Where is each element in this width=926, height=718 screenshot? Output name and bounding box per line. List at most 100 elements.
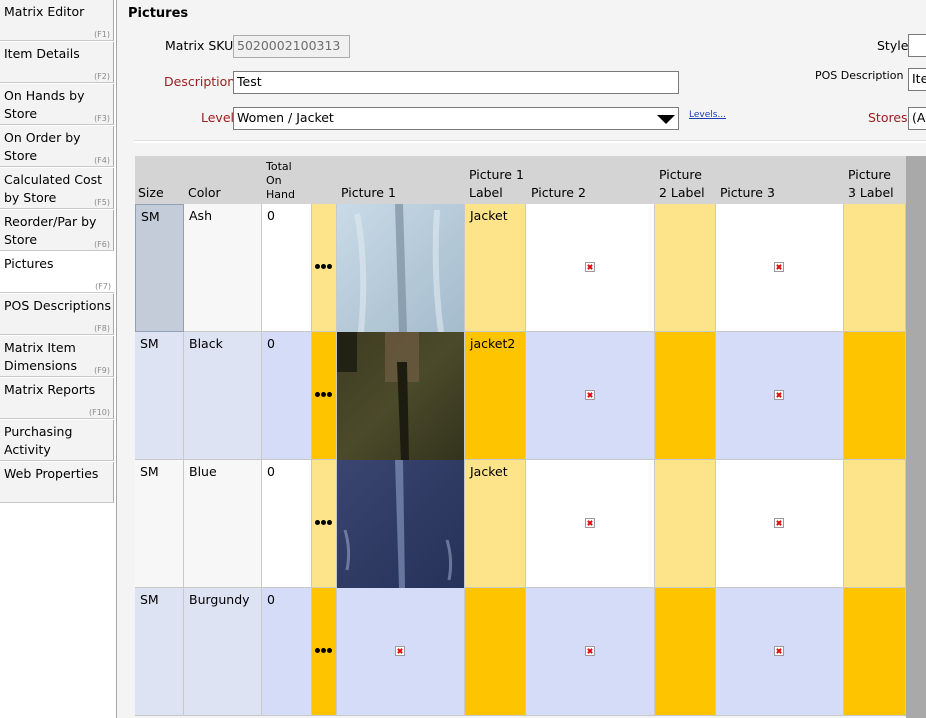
on-hand-cell[interactable]: 0 bbox=[262, 460, 312, 588]
matrix-sku-field: 5020002100313 bbox=[233, 35, 350, 58]
sidebar-item-matrix-item-dimensions[interactable]: Matrix Item Dimensions (F9) bbox=[0, 336, 114, 377]
size-cell[interactable]: SM bbox=[135, 204, 184, 332]
picture-2-cell[interactable] bbox=[526, 460, 655, 588]
picture-1-label-cell[interactable]: Jacket bbox=[465, 460, 526, 588]
levels-link[interactable]: Levels... bbox=[689, 110, 726, 120]
page-title: Pictures bbox=[128, 6, 189, 21]
on-hand-cell[interactable]: 0 bbox=[262, 204, 312, 332]
sidebar-item-reorder-par-by-store[interactable]: Reorder/Par by Store (F6) bbox=[0, 210, 114, 251]
sidebar-item-label: Matrix Editor bbox=[4, 4, 85, 19]
pos-description-label: POS Description 1 bbox=[815, 69, 914, 82]
table-row[interactable]: SM Ash 0 Jacket bbox=[135, 204, 906, 332]
sidebar-item-label: POS Descriptions bbox=[4, 298, 111, 313]
sidebar-item-purchasing-activity[interactable]: Purchasing Activity bbox=[0, 420, 114, 461]
column-header-picture-2[interactable]: Picture 2 bbox=[531, 184, 586, 202]
picture-1-cell[interactable] bbox=[337, 332, 465, 460]
pos-description-field[interactable]: Ite bbox=[908, 68, 926, 91]
picture-1-label-cell[interactable]: jacket2 bbox=[465, 332, 526, 460]
picture-2-cell[interactable] bbox=[526, 588, 655, 716]
main-panel: Pictures Matrix SKU 5020002100313 Descri… bbox=[117, 0, 926, 718]
sidebar-item-on-order-by-store[interactable]: On Order by Store (F4) bbox=[0, 126, 114, 167]
picture-2-label-cell[interactable] bbox=[655, 332, 716, 460]
picture-browse-button[interactable] bbox=[312, 460, 337, 588]
style-label: Style bbox=[877, 38, 909, 53]
size-cell[interactable]: SM bbox=[135, 588, 184, 716]
broken-image-icon bbox=[585, 390, 595, 400]
sidebar-item-matrix-reports[interactable]: Matrix Reports (F10) bbox=[0, 378, 114, 419]
sidebar-item-pictures[interactable]: Pictures (F7) bbox=[0, 252, 114, 293]
picture-browse-button[interactable] bbox=[312, 588, 337, 716]
picture-1-cell[interactable] bbox=[337, 204, 465, 332]
stores-label: Stores bbox=[868, 110, 908, 125]
picture-3-cell[interactable] bbox=[716, 332, 844, 460]
sidebar-item-on-hands-by-store[interactable]: On Hands by Store (F3) bbox=[0, 84, 114, 125]
picture-2-label-cell[interactable] bbox=[655, 204, 716, 332]
on-hand-cell[interactable]: 0 bbox=[262, 588, 312, 716]
stores-field[interactable]: (A bbox=[908, 107, 926, 130]
picture-1-label-cell[interactable] bbox=[465, 588, 526, 716]
column-header-picture-1-label[interactable]: Picture 1 Label bbox=[469, 166, 524, 202]
column-header-picture-3-label[interactable]: Picture 3 Label bbox=[848, 166, 894, 202]
table-row[interactable]: SM Burgundy 0 bbox=[135, 588, 906, 716]
picture-1-cell[interactable] bbox=[337, 588, 465, 716]
broken-image-icon bbox=[774, 262, 784, 272]
table-row[interactable]: SM Black 0 jacket2 bbox=[135, 332, 906, 460]
vertical-scrollbar[interactable] bbox=[906, 156, 926, 718]
column-header-picture-2-label[interactable]: Picture 2 Label bbox=[659, 166, 705, 202]
picture-3-label-cell[interactable] bbox=[844, 460, 906, 588]
shortcut-key: (F4) bbox=[94, 156, 110, 165]
chevron-down-icon[interactable] bbox=[657, 115, 675, 124]
column-header-size[interactable]: Size bbox=[138, 184, 164, 202]
picture-3-cell[interactable] bbox=[716, 460, 844, 588]
shortcut-key: (F8) bbox=[94, 324, 110, 333]
dark-jacket-photo bbox=[337, 332, 464, 460]
picture-3-label-cell[interactable] bbox=[844, 332, 906, 460]
color-cell[interactable]: Blue bbox=[184, 460, 262, 588]
column-header-picture-3[interactable]: Picture 3 bbox=[720, 184, 775, 202]
column-header-color[interactable]: Color bbox=[188, 184, 221, 202]
sidebar-item-calculated-cost-by-store[interactable]: Calculated Cost by Store (F5) bbox=[0, 168, 114, 209]
sidebar-item-web-properties[interactable]: Web Properties bbox=[0, 462, 114, 503]
picture-3-label-cell[interactable] bbox=[844, 204, 906, 332]
style-field[interactable] bbox=[908, 34, 926, 57]
matrix-sku-label: Matrix SKU bbox=[165, 38, 234, 53]
size-cell[interactable]: SM bbox=[135, 332, 184, 460]
level-value: Women / Jacket bbox=[237, 110, 334, 125]
picture-2-cell[interactable] bbox=[526, 204, 655, 332]
picture-3-label-cell[interactable] bbox=[844, 588, 906, 716]
broken-image-icon bbox=[774, 646, 784, 656]
sidebar-item-pos-descriptions[interactable]: POS Descriptions (F8) bbox=[0, 294, 114, 335]
picture-3-cell[interactable] bbox=[716, 204, 844, 332]
picture-2-cell[interactable] bbox=[526, 332, 655, 460]
color-cell[interactable]: Burgundy bbox=[184, 588, 262, 716]
size-cell[interactable]: SM bbox=[135, 460, 184, 588]
picture-2-label-cell[interactable] bbox=[655, 588, 716, 716]
picture-1-cell[interactable] bbox=[337, 460, 465, 588]
ellipsis-icon bbox=[314, 647, 334, 655]
picture-1-label-cell[interactable]: Jacket bbox=[465, 204, 526, 332]
ellipsis-icon bbox=[314, 519, 334, 527]
sidebar-item-item-details[interactable]: Item Details (F2) bbox=[0, 42, 114, 83]
description-field[interactable]: Test bbox=[233, 71, 679, 94]
level-dropdown[interactable]: Women / Jacket bbox=[233, 107, 679, 130]
column-header-picture-1[interactable]: Picture 1 bbox=[341, 184, 396, 202]
color-cell[interactable]: Black bbox=[184, 332, 262, 460]
picture-browse-button[interactable] bbox=[312, 332, 337, 460]
column-header-total-on-hand[interactable]: Total On Hand bbox=[266, 160, 295, 202]
picture-browse-button[interactable] bbox=[312, 204, 337, 332]
pictures-grid: Size Color Total On Hand Picture 1 Pictu… bbox=[135, 156, 926, 718]
grid-header: Size Color Total On Hand Picture 1 Pictu… bbox=[135, 156, 926, 204]
broken-image-icon bbox=[585, 262, 595, 272]
sidebar-item-label: Purchasing Activity bbox=[4, 424, 73, 457]
sidebar-item-label: Item Details bbox=[4, 46, 80, 61]
broken-image-icon bbox=[395, 646, 405, 656]
sidebar-item-label: Web Properties bbox=[4, 466, 99, 481]
picture-3-cell[interactable] bbox=[716, 588, 844, 716]
color-cell[interactable]: Ash bbox=[184, 204, 262, 332]
picture-2-label-cell[interactable] bbox=[655, 460, 716, 588]
sidebar-item-matrix-editor[interactable]: Matrix Editor (F1) bbox=[0, 0, 114, 41]
on-hand-cell[interactable]: 0 bbox=[262, 332, 312, 460]
ellipsis-icon bbox=[314, 263, 334, 271]
sidebar-item-label: Matrix Reports bbox=[4, 382, 96, 397]
table-row[interactable]: SM Blue 0 Jacket bbox=[135, 460, 906, 588]
